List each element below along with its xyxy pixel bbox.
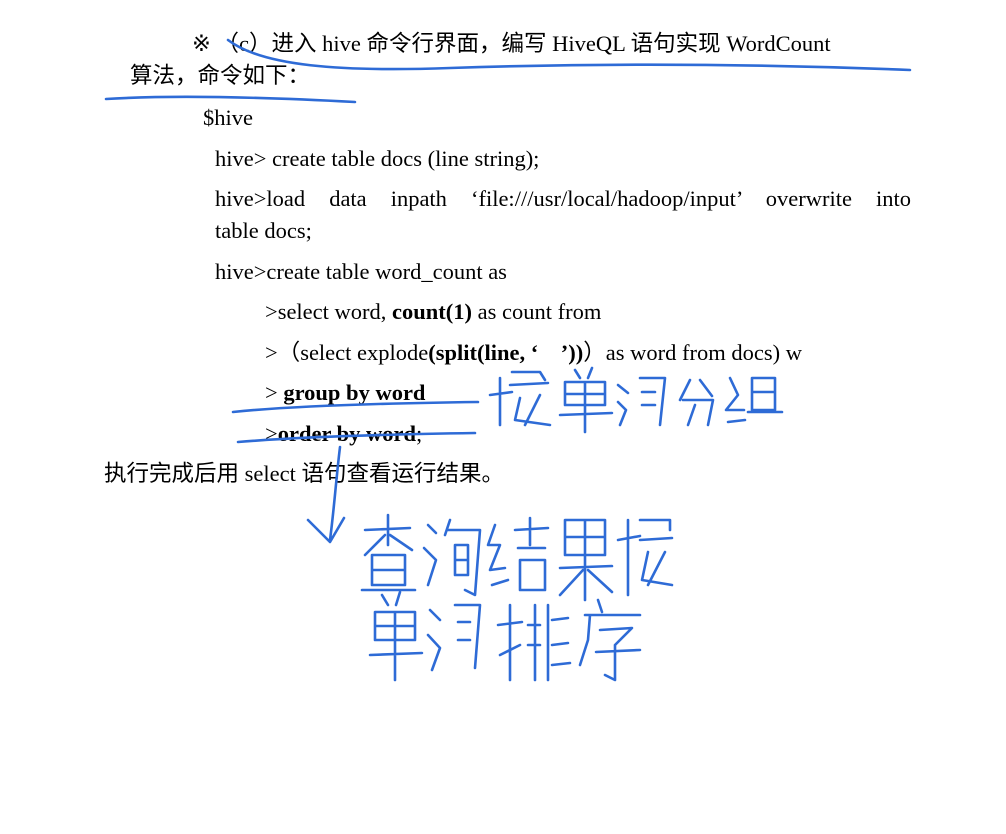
arrow-down-icon — [306, 445, 346, 544]
title-underline-stroke — [226, 38, 912, 72]
handwriting-note-group — [488, 366, 784, 434]
handwriting-note-order-1 — [360, 513, 674, 602]
order-underline-stroke — [236, 431, 477, 444]
group-underline-stroke — [231, 400, 480, 414]
intro-underline-stroke — [104, 95, 357, 104]
handwriting-note-order-2 — [368, 590, 642, 682]
handwritten-annotations — [104, 38, 912, 682]
